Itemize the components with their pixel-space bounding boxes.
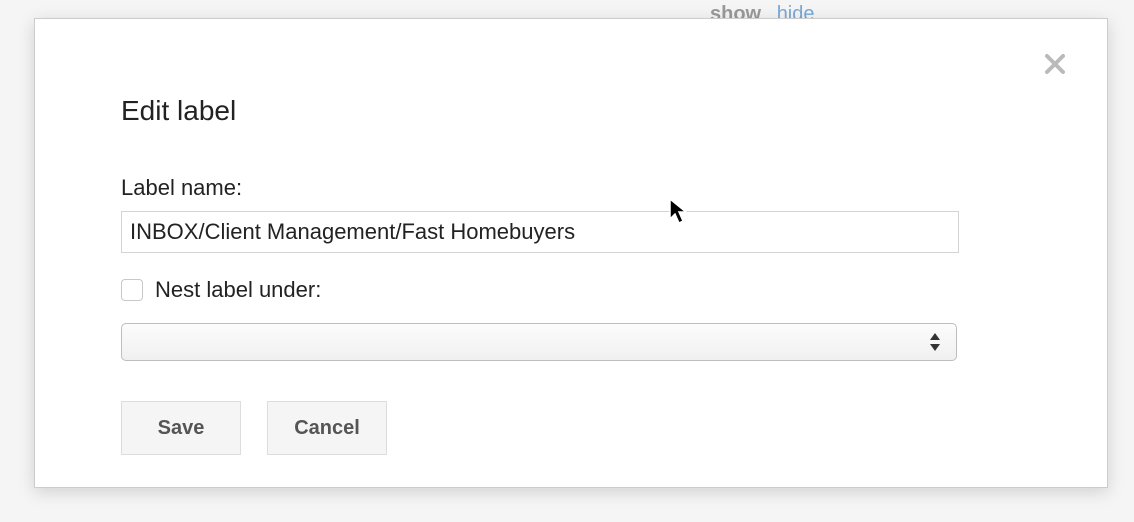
edit-label-dialog: Edit label Label name: Nest label under:…	[34, 18, 1108, 488]
save-button[interactable]: Save	[121, 401, 241, 455]
label-name-field-label: Label name:	[121, 175, 1021, 201]
label-name-input[interactable]	[121, 211, 959, 253]
dialog-body: Edit label Label name: Nest label under:…	[35, 19, 1107, 495]
dialog-actions: Save Cancel	[121, 401, 1021, 455]
nest-checkbox-row: Nest label under:	[121, 277, 1021, 303]
nest-parent-select[interactable]	[121, 323, 957, 361]
cancel-button[interactable]: Cancel	[267, 401, 387, 455]
close-icon	[1043, 47, 1067, 83]
nest-checkbox[interactable]	[121, 279, 143, 301]
nest-select-wrap	[121, 323, 957, 361]
nest-checkbox-label: Nest label under:	[155, 277, 321, 303]
dialog-title: Edit label	[121, 95, 1021, 127]
close-button[interactable]	[1041, 51, 1069, 79]
select-arrows-icon	[928, 332, 942, 352]
